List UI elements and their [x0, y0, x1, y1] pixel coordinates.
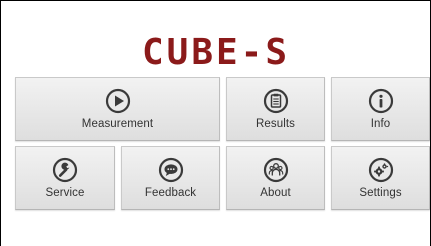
people-icon: [263, 157, 289, 183]
settings-button[interactable]: Settings: [331, 146, 430, 210]
logo: CUBE-S: [1, 29, 430, 71]
about-button[interactable]: About: [226, 146, 325, 210]
service-button[interactable]: Service: [15, 146, 115, 210]
info-button[interactable]: Info: [331, 77, 430, 141]
feedback-label: Feedback: [144, 187, 197, 199]
clipboard-icon: [263, 88, 289, 114]
results-label: Results: [255, 118, 296, 130]
info-label: Info: [370, 118, 391, 130]
logo-text: CUBE-S: [141, 32, 289, 69]
play-icon: [105, 88, 131, 114]
results-button[interactable]: Results: [226, 77, 325, 141]
gears-icon: [368, 157, 394, 183]
service-label: Service: [45, 187, 85, 199]
chat-bubble-icon: [158, 157, 184, 183]
app-screen: CUBE-S Measurement Results Info Service …: [0, 0, 431, 246]
about-label: About: [260, 187, 291, 199]
info-icon: [368, 88, 394, 114]
measurement-label: Measurement: [81, 118, 154, 130]
cube-s-logo: CUBE-S: [141, 32, 289, 69]
settings-label: Settings: [359, 187, 402, 199]
wrench-icon: [52, 157, 78, 183]
feedback-button[interactable]: Feedback: [121, 146, 220, 210]
measurement-button[interactable]: Measurement: [15, 77, 220, 141]
